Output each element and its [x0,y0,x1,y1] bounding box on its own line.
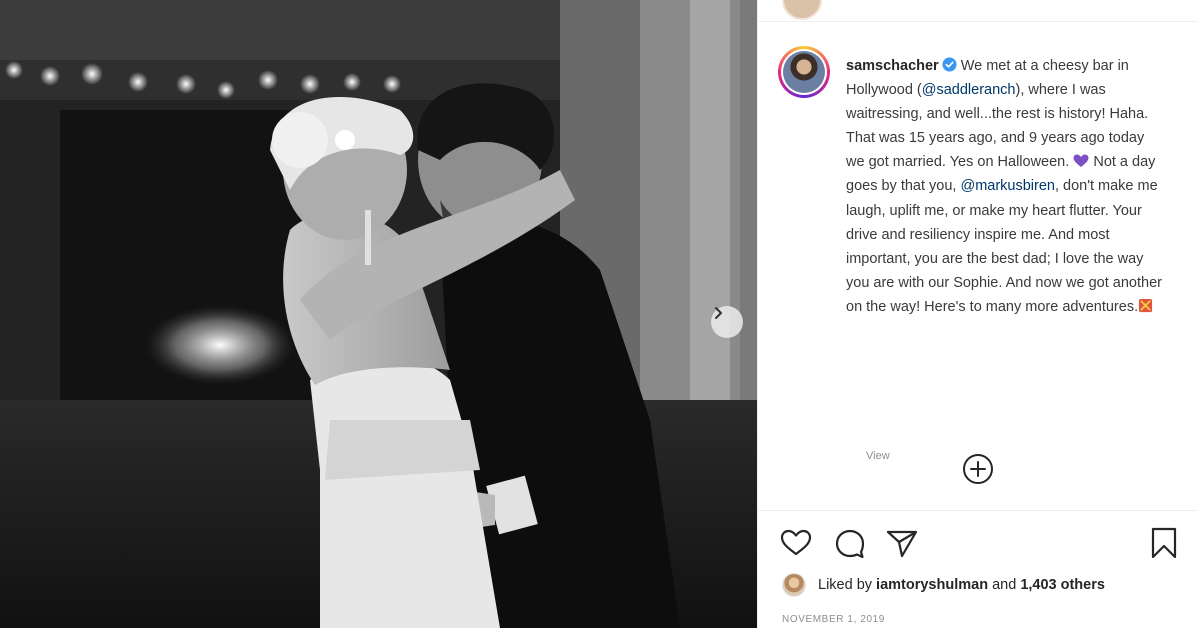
post-photo [0,0,757,628]
mention-link-markusbiren[interactable]: @markusbiren [960,178,1055,194]
purple-heart-emoji-icon [1073,154,1089,168]
post-actions-bar [778,525,1186,561]
plus-circle-icon [963,454,993,484]
chevron-right-icon [715,307,722,319]
caption-text: samschacher We met at a cheesy bar in Hol… [846,54,1164,319]
liker-username-link[interactable]: iamtoryshulman [876,577,988,593]
author-avatar[interactable] [778,46,830,98]
header-strip [758,0,1198,22]
liked-by-and: and [992,577,1017,593]
load-more-comments-button[interactable] [961,452,995,486]
share-button[interactable] [884,525,920,561]
wedding-photo-image [0,0,757,628]
like-button[interactable] [778,525,814,561]
header-avatar[interactable] [782,0,822,20]
comment-icon [835,529,865,559]
section-divider [758,510,1198,511]
liked-by-prefix: Liked by [818,577,873,593]
author-username-link[interactable]: samschacher [846,58,939,74]
paper-plane-icon [886,530,918,558]
post-side-panel: samschacher We met at a cheesy bar in Hol… [757,0,1198,628]
mention-link-saddleranch[interactable]: @saddleranch [922,82,1016,98]
next-photo-button[interactable] [711,306,743,338]
caption-part: , don't make me laugh, uplift me, or mak… [846,178,1162,315]
bookmark-icon [1151,527,1177,559]
save-button[interactable] [1146,525,1182,561]
emoji-icon [1139,298,1153,312]
liker-avatar[interactable] [782,573,806,597]
heart-icon [780,529,812,556]
likes-count-link[interactable]: 1,403 others [1020,577,1105,593]
caption-time-label: View [866,450,890,462]
verified-badge-icon [942,57,957,72]
comment-button[interactable] [832,525,868,561]
likes-summary: Liked by iamtoryshulman and 1,403 others [782,572,1105,598]
post-date: NOVEMBER 1, 2019 [782,614,885,625]
